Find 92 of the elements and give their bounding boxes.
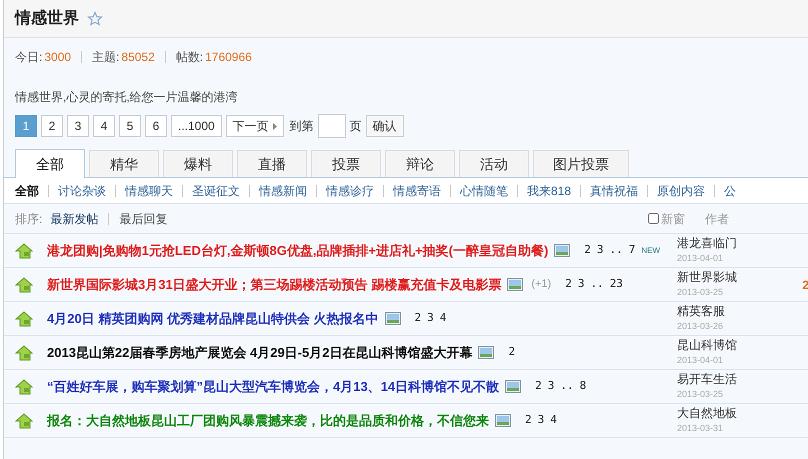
- page-link[interactable]: 3: [538, 412, 544, 429]
- page-link[interactable]: 4: [440, 310, 446, 327]
- new-window-checkbox[interactable]: [648, 213, 659, 224]
- category-link[interactable]: 我来818: [527, 182, 572, 200]
- reply-increment: (+1): [531, 277, 552, 292]
- thread-arrow-icon: [15, 276, 33, 292]
- stat-value: 3000: [44, 49, 72, 66]
- thread-arrow-icon: [15, 344, 33, 360]
- thread-title[interactable]: 新世界国际影城3月31日盛大开业；第三场踢楼活动预告 踢楼赢充值卡及电影票: [47, 274, 502, 294]
- new-window-label: 新窗: [661, 210, 685, 228]
- author-name[interactable]: 精英客服: [677, 304, 725, 318]
- confirm-button[interactable]: 确认: [366, 115, 404, 137]
- page-link[interactable]: 23: [610, 276, 623, 293]
- category-link[interactable]: 情感聊天: [125, 182, 173, 200]
- next-page-button[interactable]: 下一页: [226, 115, 284, 137]
- post-date: 2013-03-25: [677, 388, 724, 400]
- goto-label: 到第: [290, 118, 314, 135]
- author-name[interactable]: 昆山科博馆: [677, 338, 737, 352]
- page-link[interactable]: 3: [596, 242, 604, 259]
- page-link[interactable]: 4: [550, 412, 557, 429]
- page-link[interactable]: 2: [565, 276, 572, 293]
- page-link[interactable]: ...1000: [171, 115, 222, 137]
- author-name[interactable]: 港龙喜临门: [677, 236, 737, 250]
- page-link[interactable]: 2: [584, 242, 591, 259]
- post-date: 2013-03-26: [677, 320, 724, 332]
- filter-tab[interactable]: 投票: [311, 150, 381, 177]
- filter-tab[interactable]: 图片投票: [533, 150, 629, 177]
- forum-description: 情感世界,心灵的寄托,给您一片温馨的港湾: [14, 89, 239, 106]
- page-link[interactable]: 2: [525, 412, 532, 429]
- thread-title[interactable]: 港龙团购|免购物1元抢LED台灯,金斯顿8G优盘,品牌插排+进店礼+抽奖(一醉皇冠自助餐): [47, 240, 548, 260]
- filter-tab[interactable]: 精华: [89, 150, 159, 177]
- page-unit-label: 页: [350, 118, 362, 135]
- page-link[interactable]: 2: [535, 378, 542, 395]
- post-date: 2013-04-01: [677, 354, 724, 366]
- post-date: 2013-04-01: [677, 252, 724, 264]
- sort-option[interactable]: 最后回复: [119, 210, 168, 228]
- star-icon[interactable]: [87, 10, 103, 26]
- page-link[interactable]: 5: [119, 115, 141, 137]
- page-link[interactable]: ..: [590, 276, 604, 293]
- page-link[interactable]: 6: [145, 115, 167, 137]
- forum-title: 情感世界: [15, 8, 79, 28]
- post-date: 2013-03-25: [677, 286, 724, 298]
- filter-tab[interactable]: 直播: [237, 150, 307, 177]
- category-link[interactable]: 真情祝福: [590, 182, 638, 200]
- stat-label: 主题:: [92, 49, 120, 66]
- stat-value: 1760966: [205, 49, 252, 66]
- category-link[interactable]: 讨论杂谈: [58, 182, 106, 200]
- thread-title[interactable]: 报名：大自然地板昆山工厂团购风暴震撼来袭，比的是品质和价格，不信您来: [47, 410, 489, 430]
- thread-title[interactable]: 2013昆山第22届春季房地产展览会 4月29日-5月2日在昆山科博馆盛大开幕: [47, 342, 472, 362]
- page-link[interactable]: 7: [628, 242, 636, 259]
- author-name[interactable]: 大自然地板: [677, 406, 737, 420]
- new-label: NEW: [641, 244, 660, 256]
- thread-arrow-icon: [15, 378, 33, 394]
- filter-tab[interactable]: 爆料: [163, 150, 233, 177]
- thread-arrow-icon: [15, 310, 33, 326]
- filter-tab[interactable]: 辩论: [385, 150, 455, 177]
- page-link[interactable]: 3: [548, 378, 554, 395]
- thread-arrow-icon: [15, 412, 33, 428]
- category-link[interactable]: 全部: [15, 182, 39, 200]
- sort-option[interactable]: 最新发帖: [50, 210, 98, 228]
- category-link[interactable]: 圣诞征文: [192, 182, 240, 200]
- filter-tab[interactable]: 全部: [15, 149, 85, 178]
- page-link[interactable]: 8: [580, 378, 586, 395]
- stat-label: 今日:: [15, 49, 42, 66]
- author-name[interactable]: 新世界影城: [677, 270, 737, 284]
- page-link[interactable]: 3: [67, 115, 89, 137]
- page-link[interactable]: 2: [508, 344, 516, 361]
- filter-tab[interactable]: 活动: [459, 150, 529, 177]
- caret-icon: [272, 122, 277, 130]
- author-name[interactable]: 易开车生活: [677, 372, 737, 386]
- category-link[interactable]: 原创内容: [657, 182, 706, 200]
- sort-label: 排序:: [15, 210, 42, 228]
- category-link[interactable]: 心情随笔: [460, 182, 508, 200]
- post-date: 2013-03-31: [677, 422, 724, 434]
- page-link[interactable]: ..: [610, 242, 623, 259]
- stat-label: 帖数:: [176, 49, 204, 66]
- page-link[interactable]: 4: [93, 115, 115, 137]
- category-link[interactable]: 公: [724, 182, 736, 200]
- page-link[interactable]: 3: [578, 276, 584, 293]
- page-link[interactable]: 2: [41, 115, 63, 137]
- category-link[interactable]: 情感新闻: [259, 182, 307, 200]
- thread-title[interactable]: “百姓好车展，购车聚划算”昆山大型汽车博览会，4月13、14日科博馆不见不散: [47, 376, 500, 396]
- page-link[interactable]: ..: [560, 378, 574, 395]
- stat-value: 85052: [121, 49, 155, 66]
- category-link[interactable]: 情感诊疗: [326, 182, 374, 200]
- page-number-field[interactable]: [318, 114, 346, 138]
- category-link[interactable]: 情感寄语: [393, 182, 441, 200]
- page-link[interactable]: 2: [414, 310, 422, 327]
- thread-title[interactable]: 4月20日 精英团购网 优秀建材品牌昆山特供会 火热报名中: [47, 308, 379, 328]
- thread-arrow-icon: [15, 242, 33, 258]
- author-column-header: 作者: [705, 210, 729, 228]
- page-link[interactable]: 3: [427, 310, 434, 327]
